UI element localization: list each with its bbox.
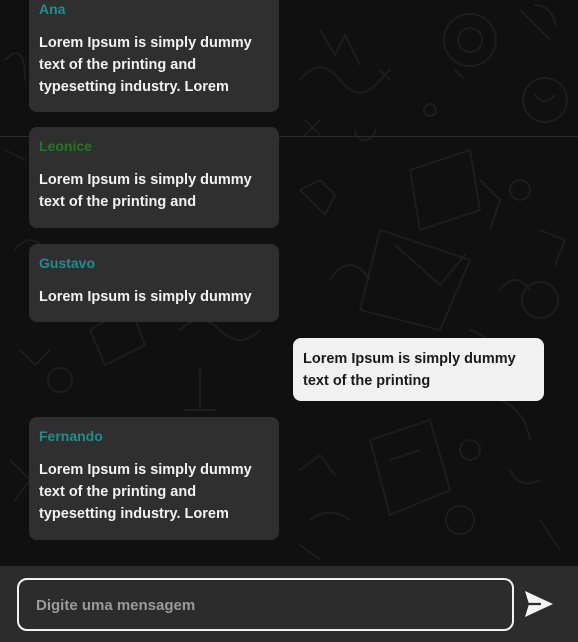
- message-list: Ana Lorem Ipsum is simply dummy text of …: [0, 0, 578, 566]
- message-input[interactable]: [34, 580, 498, 631]
- outgoing-message-bubble: Lorem Ipsum is simply dummy text of the …: [293, 338, 544, 401]
- message-sender: Leonice: [39, 138, 92, 154]
- message-text: Lorem Ipsum is simply dummy: [39, 289, 252, 305]
- message-composer: [0, 566, 578, 642]
- message-text: Lorem Ipsum is simply dummy text of the …: [303, 351, 516, 389]
- chat-window: Ana Lorem Ipsum is simply dummy text of …: [0, 0, 578, 642]
- message-input-box[interactable]: [17, 578, 514, 631]
- send-icon: [525, 591, 553, 617]
- message-text: Lorem Ipsum is simply dummy text of the …: [39, 462, 252, 522]
- send-button[interactable]: [522, 588, 556, 620]
- message-bubble: Fernando Lorem Ipsum is simply dummy tex…: [29, 417, 279, 540]
- message-sender: Fernando: [39, 428, 103, 444]
- message-text: Lorem Ipsum is simply dummy text of the …: [39, 172, 252, 210]
- message-bubble: Ana Lorem Ipsum is simply dummy text of …: [29, 0, 279, 112]
- message-bubble: Gustavo Lorem Ipsum is simply dummy: [29, 244, 279, 322]
- message-text: Lorem Ipsum is simply dummy text of the …: [39, 35, 252, 95]
- message-sender: Ana: [39, 1, 66, 17]
- message-bubble: Leonice Lorem Ipsum is simply dummy text…: [29, 127, 279, 228]
- message-sender: Gustavo: [39, 255, 96, 271]
